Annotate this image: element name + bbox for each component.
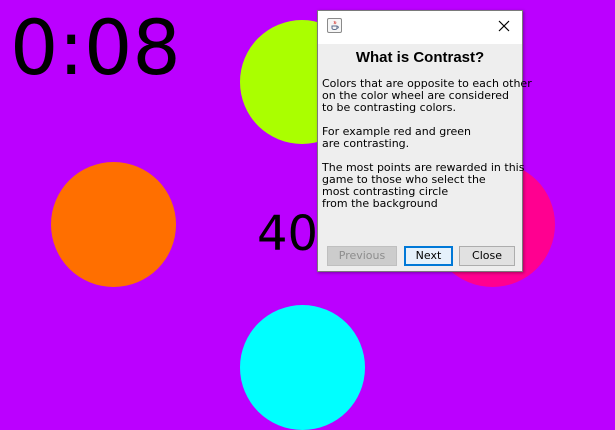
- dialog-heading: What is Contrast?: [355, 49, 485, 66]
- dialog-body-line: to be contrasting colors.: [322, 101, 456, 114]
- previous-button[interactable]: Previous: [327, 246, 397, 266]
- close-icon[interactable]: [496, 18, 512, 34]
- next-button[interactable]: Next: [404, 246, 453, 266]
- close-button[interactable]: Close: [459, 246, 515, 266]
- dialog-body-text: Colors that are opposite to each other on…: [322, 78, 532, 210]
- timer-display: 0:08: [10, 3, 181, 92]
- dialog-body-line: are contrasting.: [322, 137, 410, 150]
- java-icon: [327, 18, 342, 33]
- dialog-titlebar[interactable]: [318, 11, 522, 44]
- orange-circle[interactable]: [51, 162, 176, 287]
- score-display: 40: [257, 206, 319, 262]
- dialog-body-line: from the background: [322, 197, 438, 210]
- contrast-info-dialog: What is Contrast? Colors that are opposi…: [317, 10, 532, 272]
- cyan-circle[interactable]: [240, 305, 365, 430]
